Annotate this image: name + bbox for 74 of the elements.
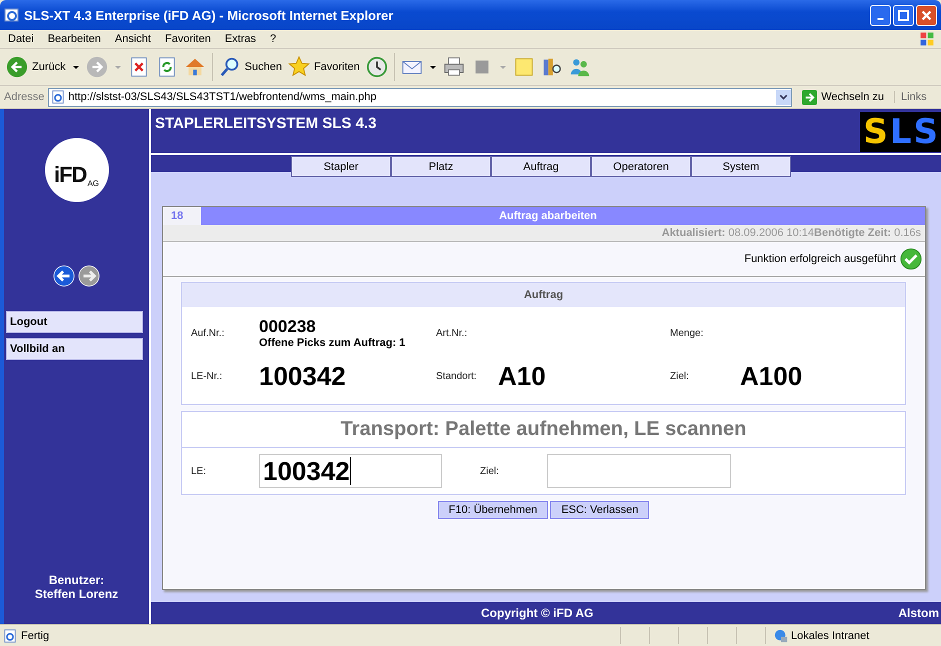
star-icon bbox=[288, 56, 310, 78]
menu-item[interactable]: ? bbox=[270, 33, 276, 45]
app-title: STAPLERLEITSYSTEM SLS 4.3 bbox=[155, 115, 376, 134]
sidebar-link[interactable]: Vollbild an bbox=[6, 338, 143, 360]
nav-tab[interactable]: Platz bbox=[391, 156, 491, 177]
field-value: 000238 bbox=[259, 317, 317, 337]
maximize-icon bbox=[897, 8, 910, 22]
address-label: Adresse bbox=[4, 91, 44, 103]
print-icon[interactable] bbox=[442, 56, 465, 78]
close-button[interactable] bbox=[916, 4, 937, 26]
search-button[interactable]: Suchen bbox=[218, 56, 282, 78]
menu-item[interactable]: Extras bbox=[224, 33, 256, 45]
menu-item[interactable]: Ansicht bbox=[114, 33, 151, 45]
search-icon bbox=[218, 56, 241, 78]
minimize-icon bbox=[877, 18, 884, 20]
menu-item[interactable]: Bearbeiten bbox=[48, 33, 101, 45]
field-value: 100342 bbox=[259, 361, 347, 392]
close-icon bbox=[920, 8, 933, 22]
window-title: SLS-XT 4.3 Enterprise (iFD AG) - Microsoft Internet Explorer bbox=[24, 8, 394, 22]
field-value: A100 bbox=[740, 361, 804, 392]
home-icon[interactable] bbox=[184, 56, 206, 78]
instruction-text: Transport: Palette aufnehmen, LE scannen bbox=[182, 412, 905, 448]
status-text: Fertig bbox=[21, 630, 50, 642]
nav-tab[interactable]: System bbox=[691, 156, 791, 177]
user-name: Steffen Lorenz bbox=[34, 587, 118, 601]
update-info: Aktualisiert: 08.09.2006 10:14Benötigte Zeit: 0.16s bbox=[662, 227, 921, 239]
field-label: Standort: bbox=[436, 371, 478, 382]
order-heading: Auftrag bbox=[182, 283, 905, 307]
browser-icon bbox=[4, 7, 20, 23]
input-field[interactable] bbox=[547, 454, 731, 488]
zone-text: Lokales Intranet bbox=[791, 630, 870, 642]
brand-logo: S LS bbox=[860, 112, 941, 152]
dropdown-icon[interactable] bbox=[776, 90, 792, 104]
history-icon[interactable] bbox=[366, 56, 388, 78]
address-field[interactable]: http://slstst-03/SLS43/SLS43TST1/webfrontend/wms_main.php bbox=[48, 88, 792, 106]
menu-item[interactable]: Datei bbox=[8, 33, 34, 45]
check-icon bbox=[900, 248, 922, 270]
page-icon bbox=[3, 628, 17, 642]
action-button[interactable]: F10: Übernehmen bbox=[438, 501, 548, 519]
network-icon bbox=[774, 628, 788, 642]
panel-number: 18 bbox=[163, 207, 201, 225]
caret-icon[interactable] bbox=[428, 63, 437, 71]
page-icon bbox=[51, 90, 66, 104]
go-button[interactable]: Wechseln zu bbox=[796, 90, 890, 104]
windows-logo-icon bbox=[919, 31, 935, 47]
field-label: Art.Nr.: bbox=[436, 328, 468, 338]
panel-title: Auftrag abarbeiten bbox=[498, 209, 598, 224]
caret-icon[interactable] bbox=[72, 63, 80, 71]
nav-tab[interactable]: Stapler bbox=[291, 156, 391, 177]
field-label: LE-Nr.: bbox=[191, 371, 224, 382]
nav-tab[interactable]: Auftrag bbox=[491, 156, 591, 177]
links-button[interactable]: Links bbox=[894, 91, 937, 103]
user-label: Benutzer: bbox=[48, 573, 104, 587]
field-note: Offene Picks zum Auftrag: 1 bbox=[259, 337, 406, 349]
maximize-button[interactable] bbox=[893, 4, 914, 26]
input-label: Ziel: bbox=[479, 466, 500, 476]
back-button[interactable]: Zurück bbox=[6, 56, 66, 78]
minimize-button[interactable] bbox=[870, 4, 891, 26]
action-button[interactable]: ESC: Verlassen bbox=[550, 501, 650, 519]
menu-item[interactable]: Favoriten bbox=[164, 33, 211, 45]
people-icon[interactable] bbox=[568, 56, 591, 78]
input-field[interactable]: 100342 bbox=[259, 454, 442, 488]
field-label: Ziel: bbox=[670, 371, 690, 382]
input-label: LE: bbox=[191, 466, 208, 476]
footer-text: Alstom bbox=[898, 606, 939, 620]
favorites-button[interactable]: Favoriten bbox=[288, 56, 360, 78]
go-arrow-icon bbox=[802, 90, 818, 104]
nav-tab[interactable]: Operatoren bbox=[591, 156, 691, 177]
sidebar-link[interactable]: Logout bbox=[6, 311, 143, 333]
success-message: Funktion erfolgreich ausgeführt bbox=[744, 253, 896, 265]
field-value: A10 bbox=[498, 361, 547, 392]
field-label: Menge: bbox=[670, 328, 704, 338]
copyright-text: Copyright © iFD AG bbox=[481, 606, 594, 620]
field-label: Auf.Nr.: bbox=[191, 328, 226, 338]
